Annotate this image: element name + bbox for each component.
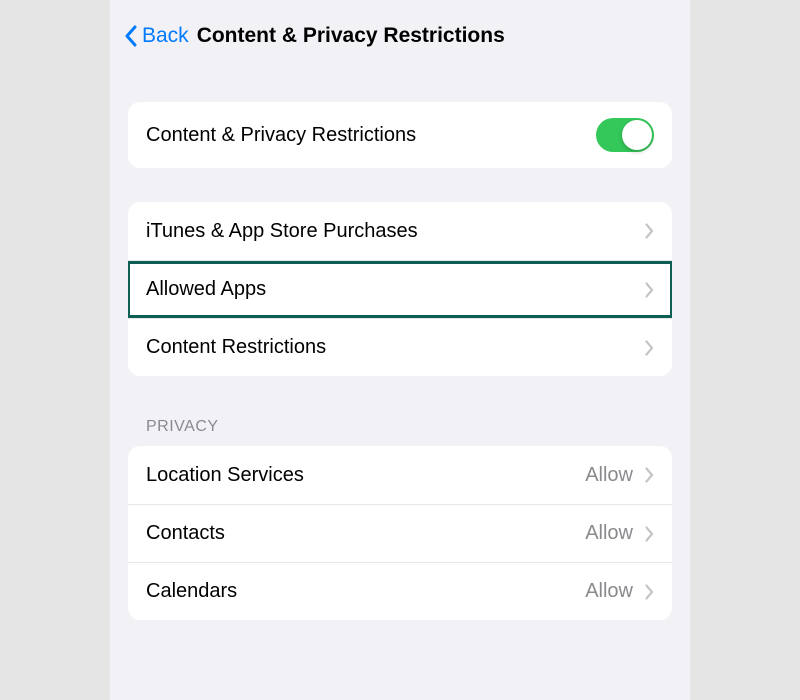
row-label: Calendars	[146, 580, 237, 603]
row-label: iTunes & App Store Purchases	[146, 220, 418, 243]
itunes-purchases-row[interactable]: iTunes & App Store Purchases	[128, 202, 672, 260]
row-label: Allowed Apps	[146, 278, 266, 301]
settings-screen: Back Content & Privacy Restrictions Cont…	[110, 0, 690, 700]
row-label: Contacts	[146, 522, 225, 545]
main-section: iTunes & App Store Purchases Allowed App…	[128, 202, 672, 376]
privacy-section-header: PRIVACY	[110, 418, 690, 436]
chevron-right-icon	[645, 282, 654, 298]
row-label: Location Services	[146, 464, 304, 487]
back-button[interactable]: Back	[124, 24, 189, 48]
toggle-section: Content & Privacy Restrictions	[128, 102, 672, 168]
row-label: Content Restrictions	[146, 336, 326, 359]
toggle-label: Content & Privacy Restrictions	[146, 124, 416, 147]
content-restrictions-row[interactable]: Content Restrictions	[128, 318, 672, 376]
chevron-right-icon	[645, 467, 654, 483]
back-label: Back	[142, 24, 189, 48]
chevron-right-icon	[645, 223, 654, 239]
contacts-row[interactable]: Contacts Allow	[128, 504, 672, 562]
content-privacy-toggle[interactable]	[596, 118, 654, 152]
privacy-section: Location Services Allow Contacts Allow C…	[128, 446, 672, 620]
allowed-apps-row[interactable]: Allowed Apps	[128, 260, 672, 318]
chevron-right-icon	[645, 526, 654, 542]
row-value: Allow	[585, 522, 633, 545]
content-privacy-toggle-row[interactable]: Content & Privacy Restrictions	[128, 102, 672, 168]
chevron-left-icon	[124, 25, 137, 47]
row-value: Allow	[585, 580, 633, 603]
calendars-row[interactable]: Calendars Allow	[128, 562, 672, 620]
page-title: Content & Privacy Restrictions	[197, 24, 505, 48]
chevron-right-icon	[645, 584, 654, 600]
nav-header: Back Content & Privacy Restrictions	[110, 0, 690, 58]
row-value: Allow	[585, 464, 633, 487]
toggle-knob	[622, 120, 652, 150]
chevron-right-icon	[645, 340, 654, 356]
location-services-row[interactable]: Location Services Allow	[128, 446, 672, 504]
